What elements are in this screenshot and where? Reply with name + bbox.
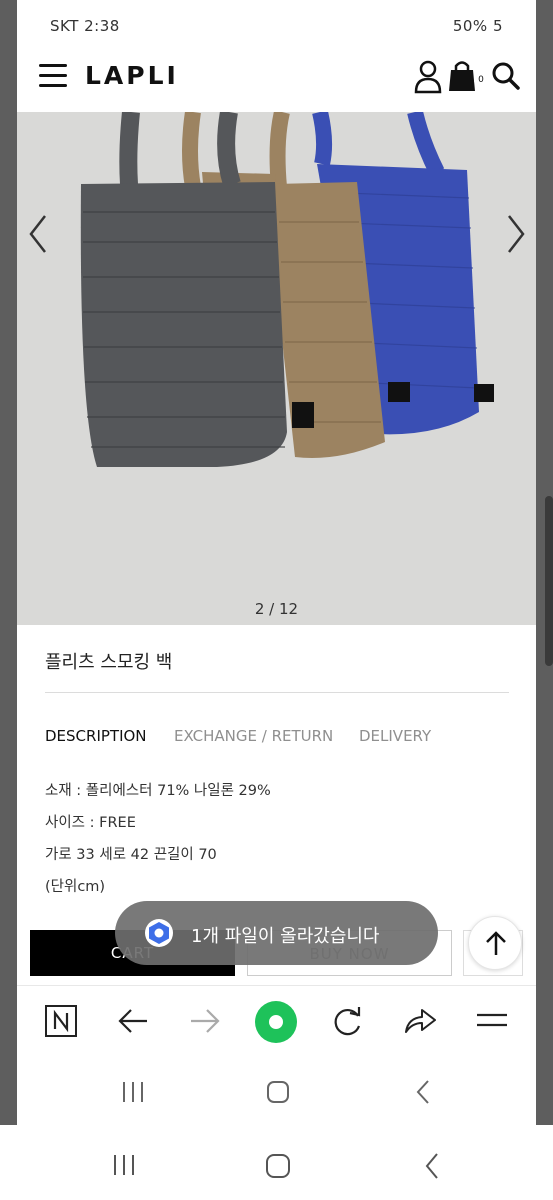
phone-screen: SKT 2:38 50% 5 LAPLI 0 2 / 12 플리츠 스모킹 백 … (17, 0, 536, 1125)
search-icon[interactable] (490, 58, 522, 94)
back-icon[interactable] (415, 1079, 431, 1105)
status-battery: 50% 5 (452, 17, 503, 35)
product-description: 소재 : 폴리에스터 71% 나일론 29% 사이즈 : FREE 가로 33 … (45, 779, 271, 907)
naver-home-icon[interactable] (44, 1004, 78, 1038)
description-material: 소재 : 폴리에스터 71% 나일론 29% (45, 783, 271, 799)
cart-count-badge: 0 (474, 73, 488, 87)
system-navigation-bar (0, 1125, 553, 1200)
edge-panel-handle[interactable] (545, 496, 553, 666)
tab-description[interactable]: DESCRIPTION (45, 727, 147, 745)
site-header: LAPLI 0 (17, 40, 536, 112)
browser-toolbar (17, 985, 536, 1057)
forward-arrow-icon[interactable] (187, 1004, 223, 1038)
status-carrier-time: SKT 2:38 (50, 17, 120, 35)
product-photo (17, 112, 536, 625)
charcoal-bag (80, 182, 287, 467)
image-page-indicator: 2 / 12 (254, 600, 299, 618)
tab-exchange-return[interactable]: EXCHANGE / RETURN (174, 727, 333, 745)
description-size: 사이즈 : FREE (45, 815, 136, 831)
previous-image-arrow-icon[interactable] (27, 212, 49, 256)
next-image-arrow-icon[interactable] (505, 212, 527, 256)
system-recent-apps-icon[interactable] (112, 1154, 136, 1176)
tab-delivery[interactable]: DELIVERY (359, 727, 431, 745)
product-title: 플리츠 스모킹 백 (45, 652, 173, 673)
status-bar: SKT 2:38 50% 5 (17, 0, 536, 40)
system-home-icon[interactable] (265, 1153, 291, 1179)
recent-apps-icon[interactable] (121, 1081, 145, 1103)
site-logo[interactable]: LAPLI (85, 61, 179, 90)
arrow-up-icon (486, 931, 506, 955)
share-icon[interactable] (402, 1004, 438, 1038)
upload-app-icon (145, 919, 173, 947)
screenshot-navigation-bar (17, 1057, 536, 1125)
hamburger-menu-icon[interactable] (39, 64, 69, 88)
more-menu-icon[interactable] (474, 1004, 510, 1038)
system-back-icon[interactable] (424, 1152, 440, 1180)
description-dimensions: 가로 33 세로 42 끈길이 70 (45, 847, 217, 863)
product-image-gallery[interactable]: 2 / 12 (17, 112, 536, 625)
scroll-to-top-button[interactable] (468, 916, 522, 970)
home-icon[interactable] (266, 1080, 290, 1104)
refresh-icon[interactable] (330, 1004, 366, 1038)
title-divider (45, 692, 509, 693)
upload-toast: 1개 파일이 올라갔습니다 (115, 901, 438, 965)
user-icon[interactable] (414, 58, 444, 94)
green-dot-icon[interactable] (253, 999, 299, 1045)
back-arrow-icon[interactable] (115, 1004, 151, 1038)
toast-message: 1개 파일이 올라갔습니다 (191, 926, 380, 947)
